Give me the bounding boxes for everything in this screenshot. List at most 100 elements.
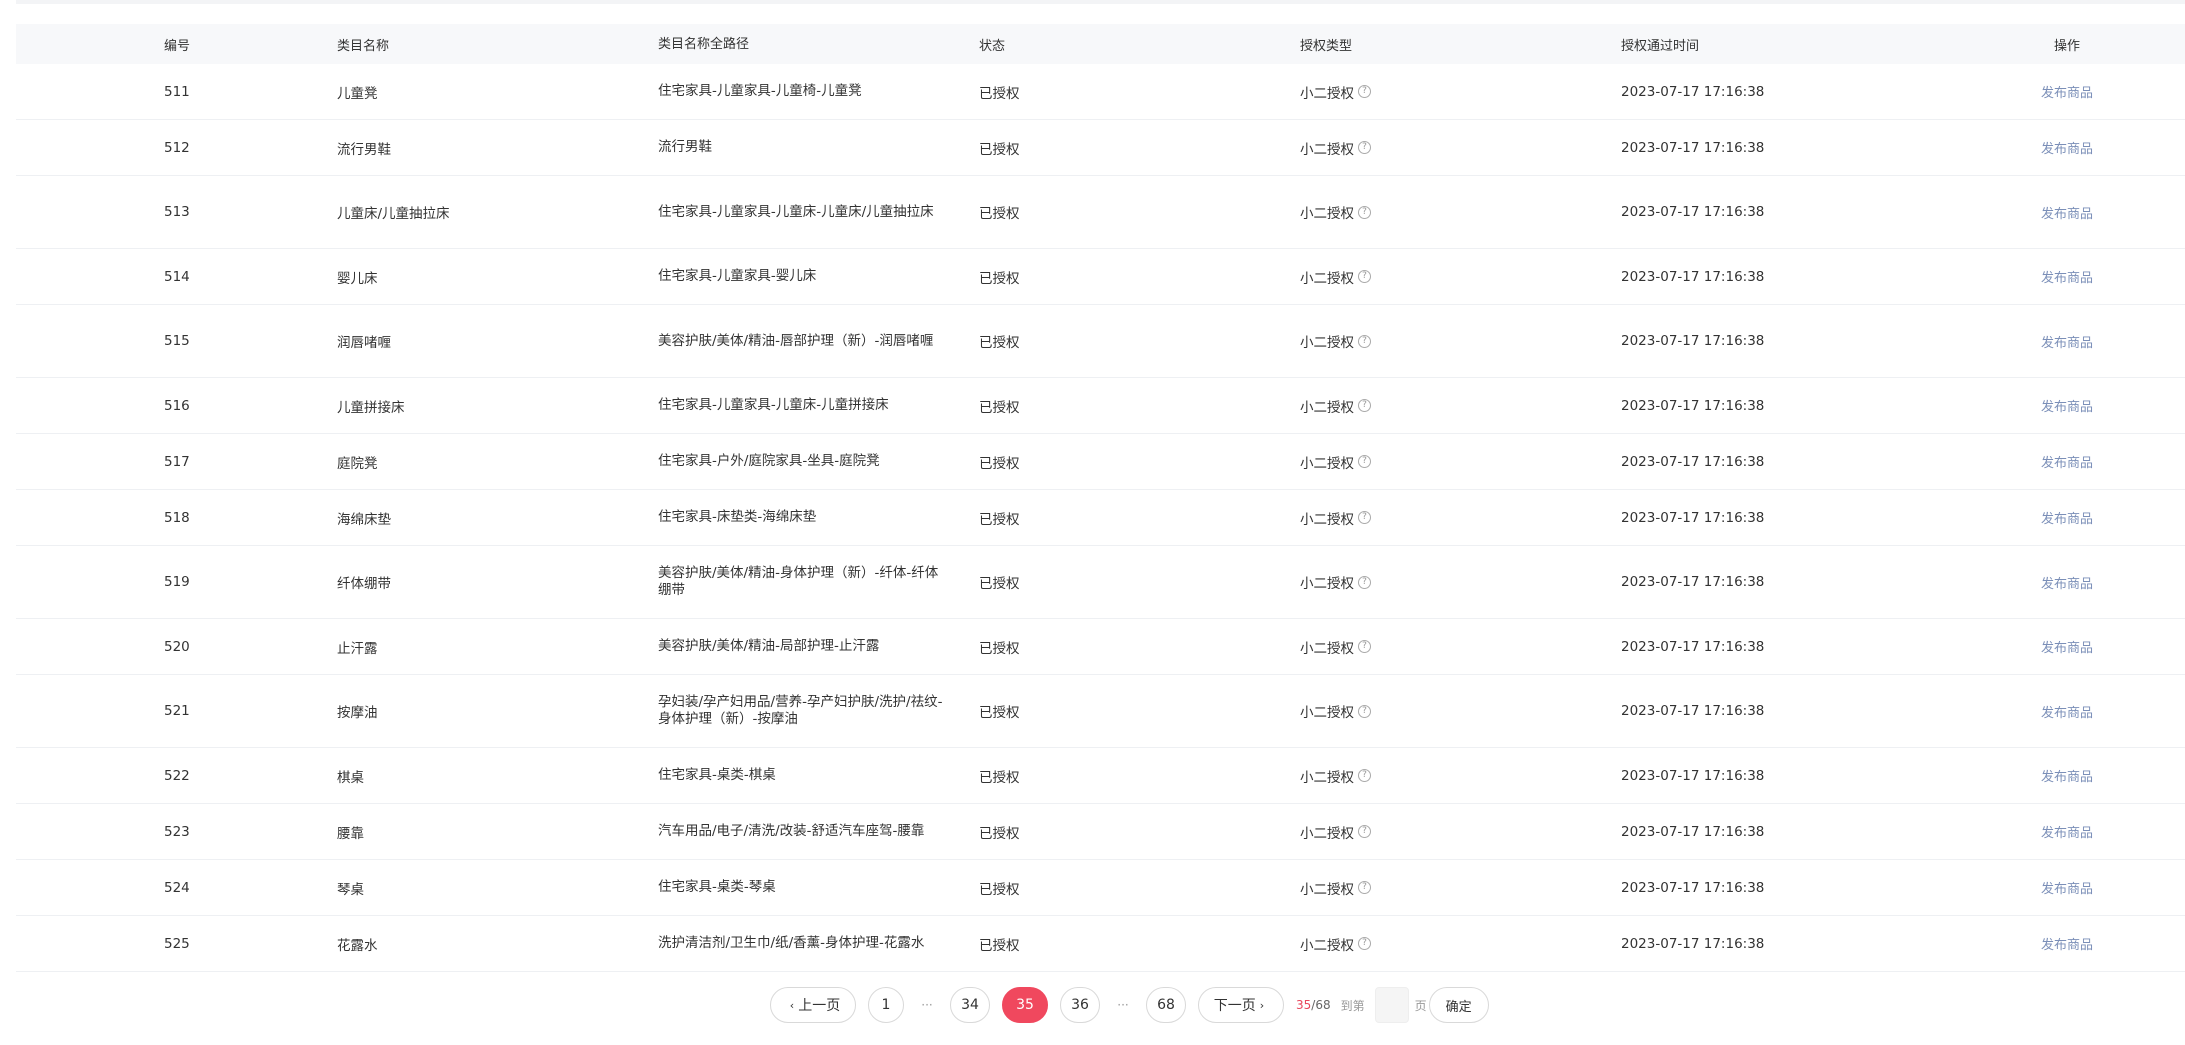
row-id: 524 [164,879,190,896]
question-circle-icon[interactable]: ? [1358,937,1371,950]
row-actions: 发布商品 [2021,332,2185,351]
publish-product-link[interactable]: 发布商品 [2041,142,2093,157]
row-auth-time: 2023-07-17 17:16:38 [1621,204,1765,220]
page-button-1[interactable]: 1 [868,987,904,1023]
row-auth-type: 小二授权 [1300,399,1354,416]
goto-page-input[interactable] [1374,987,1409,1023]
table-header: 编号 类目名称 类目名称全路径 状态 授权类型 授权通过时间 操作 [16,24,2185,64]
header-status: 状态 [979,38,1006,54]
row-auth-time: 2023-07-17 17:16:38 [1621,935,1765,952]
row-auth-type-cell: 小二授权? [1300,331,1621,351]
row-auth-type-cell: 小二授权? [1300,934,1621,954]
next-page-button[interactable]: 下一页 › [1198,987,1284,1023]
publish-product-link[interactable]: 发布商品 [2041,271,2093,286]
page-indicator: 35/68 [1296,998,1331,1012]
row-category-path-cell: 住宅家具-户外/庭院家具-坐具-庭院凳 [658,453,979,470]
row-actions: 发布商品 [2021,508,2185,527]
publish-product-link[interactable]: 发布商品 [2041,826,2093,841]
table-row: 525 花露水 洗护清洁剂/卫生巾/纸/香薰-身体护理-花露水 已授权 小二授权? 202… [16,916,2185,972]
row-category-name: 止汗露 [337,640,378,657]
row-auth-type: 小二授权 [1300,85,1354,102]
page-button-68[interactable]: 68 [1146,987,1186,1023]
table-row: 519 纤体绷带 美容护肤/美体/精油-身体护理（新）-纤体-纤体绷带 已授权 小二授权… [16,546,2185,619]
row-status: 已授权 [979,937,1020,954]
page-button-36[interactable]: 36 [1060,987,1100,1023]
row-category-path-cell: 美容护肤/美体/精油-局部护理-止汗露 [658,638,979,655]
question-circle-icon[interactable]: ? [1358,575,1371,589]
table-row: 512 流行男鞋 流行男鞋 已授权 小二授权? 2023-07-17 17:16:38 发布… [16,120,2185,176]
row-category-name: 按摩油 [337,705,378,721]
row-category-path: 美容护肤/美体/精油-唇部护理（新）-润唇啫喱 [658,332,934,349]
row-auth-time: 2023-07-17 17:16:38 [1621,397,1765,414]
question-circle-icon[interactable]: ? [1358,141,1371,154]
row-category-name: 棋桌 [337,769,364,786]
question-circle-icon[interactable]: ? [1358,399,1371,412]
goto-confirm-button[interactable]: 确定 [1428,987,1489,1023]
row-category-name: 腰靠 [337,825,364,842]
question-circle-icon[interactable]: ? [1358,881,1371,894]
table-row: 522 棋桌 住宅家具-桌类-棋桌 已授权 小二授权? 2023-07-17 17:16:… [16,748,2185,804]
row-id: 520 [164,638,190,655]
question-circle-icon[interactable]: ? [1358,270,1371,283]
row-auth-type-cell: 小二授权? [1300,452,1621,472]
table-row: 521 按摩油 孕妇装/孕产妇用品/营养-孕产妇护肤/洗护/祛纹-身体护理（新）-按… [16,675,2185,748]
publish-product-link[interactable]: 发布商品 [2041,400,2093,415]
question-circle-icon[interactable]: ? [1358,455,1371,468]
row-auth-type-cell: 小二授权? [1300,701,1621,721]
publish-product-link[interactable]: 发布商品 [2041,706,2093,721]
row-category-path: 流行男鞋 [658,139,712,155]
publish-product-link[interactable]: 发布商品 [2041,641,2093,656]
row-actions: 发布商品 [2021,637,2185,656]
row-category-name: 纤体绷带 [337,576,391,592]
row-category-path: 住宅家具-儿童家具-儿童椅-儿童凳 [658,83,862,99]
row-actions: 发布商品 [2021,934,2185,953]
question-circle-icon[interactable]: ? [1358,640,1371,653]
publish-product-link[interactable]: 发布商品 [2041,938,2093,953]
row-id: 522 [164,767,190,784]
row-auth-type: 小二授权 [1300,141,1354,158]
row-id: 521 [164,703,190,719]
publish-product-link[interactable]: 发布商品 [2041,207,2093,222]
row-id: 525 [164,935,190,952]
row-status: 已授权 [979,705,1020,721]
row-status: 已授权 [979,206,1020,222]
question-circle-icon[interactable]: ? [1358,334,1371,348]
row-status: 已授权 [979,455,1020,472]
row-category-path: 住宅家具-儿童家具-儿童床-儿童床/儿童抽拉床 [658,203,934,220]
row-status: 已授权 [979,576,1020,592]
header-auth-type: 授权类型 [1300,38,1353,54]
row-actions: 发布商品 [2021,452,2185,471]
page-button-35-current[interactable]: 35 [1002,987,1048,1023]
row-auth-type: 小二授权 [1300,335,1354,351]
row-category-path: 住宅家具-桌类-琴桌 [658,879,776,895]
row-actions: 发布商品 [2021,203,2185,222]
row-id: 511 [164,83,190,100]
publish-product-link[interactable]: 发布商品 [2041,456,2093,471]
row-auth-type: 小二授权 [1300,270,1354,287]
row-auth-type-cell: 小二授权? [1300,82,1621,102]
publish-product-link[interactable]: 发布商品 [2041,336,2093,351]
question-circle-icon[interactable]: ? [1358,205,1371,219]
question-circle-icon[interactable]: ? [1358,704,1371,718]
publish-product-link[interactable]: 发布商品 [2041,882,2093,897]
question-circle-icon[interactable]: ? [1358,825,1371,838]
publish-product-link[interactable]: 发布商品 [2041,577,2093,592]
table-row: 515 润唇啫喱 美容护肤/美体/精油-唇部护理（新）-润唇啫喱 已授权 小二授权? 20… [16,305,2185,378]
publish-product-link[interactable]: 发布商品 [2041,86,2093,101]
row-status: 已授权 [979,335,1020,351]
publish-product-link[interactable]: 发布商品 [2041,770,2093,785]
publish-product-link[interactable]: 发布商品 [2041,512,2093,527]
row-category-path-cell: 美容护肤/美体/精油-唇部护理（新）-润唇啫喱 [658,333,979,350]
row-auth-time: 2023-07-17 17:16:38 [1621,879,1765,896]
row-status: 已授权 [979,399,1020,416]
row-category-path: 美容护肤/美体/精油-局部护理-止汗露 [658,638,880,654]
question-circle-icon[interactable]: ? [1358,85,1371,98]
row-category-name: 花露水 [337,937,378,954]
question-circle-icon[interactable]: ? [1358,769,1371,782]
page-button-34[interactable]: 34 [950,987,990,1023]
question-circle-icon[interactable]: ? [1358,511,1371,524]
row-auth-time: 2023-07-17 17:16:38 [1621,83,1765,100]
row-auth-time: 2023-07-17 17:16:38 [1621,574,1765,590]
row-auth-type: 小二授权 [1300,705,1354,721]
prev-page-button[interactable]: ‹ 上一页 [770,987,856,1023]
